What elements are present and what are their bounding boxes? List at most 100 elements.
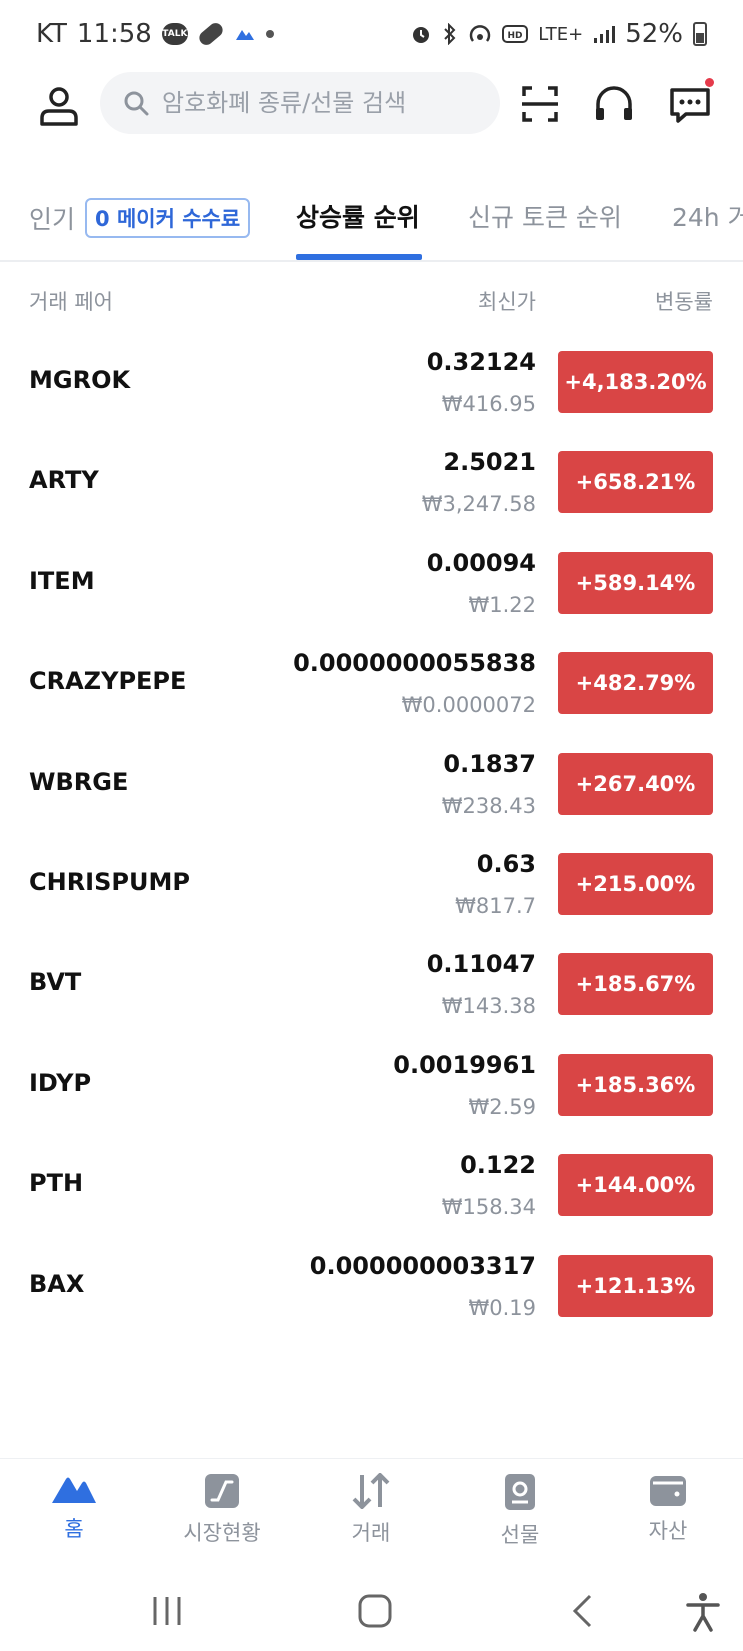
search-icon	[124, 91, 149, 116]
pair-name: WBRGE	[29, 767, 129, 796]
last-price: 2.5021	[443, 448, 536, 477]
headset-icon[interactable]	[592, 82, 636, 126]
chat-button[interactable]	[668, 78, 714, 126]
nav-home-label: 홈	[64, 1517, 84, 1541]
status-bar: KT 11:58 TALK HD LTE+ 52%	[0, 0, 743, 68]
network-type-label: LTE+	[538, 23, 584, 45]
pair-name: MGROK	[29, 366, 131, 394]
bottom-navigation: 홈 시장현황 거래 선물 자산	[0, 1458, 743, 1568]
futures-document-icon	[505, 1474, 535, 1510]
more-notifications-dot	[265, 30, 274, 38]
cloud-notification-icon	[235, 30, 254, 40]
market-chart-icon	[205, 1474, 239, 1508]
alarm-icon	[413, 27, 430, 43]
active-tab-indicator	[296, 254, 422, 260]
nav-assets-label: 자산	[648, 1519, 688, 1543]
list-item[interactable]: CHRISPUMP 0.63 ₩817.7 +215.00%	[0, 832, 743, 932]
krw-price: ₩817.7	[455, 893, 536, 918]
pair-name: ITEM	[29, 566, 95, 595]
battery-percent: 52%	[625, 19, 683, 49]
krw-price: ₩1.22	[468, 592, 536, 617]
krw-price: ₩143.38	[441, 994, 536, 1019]
pair-name: ARTY	[29, 466, 99, 495]
krw-price: ₩158.34	[441, 1195, 536, 1220]
search-bar[interactable]	[100, 72, 500, 134]
krw-price: ₩3,247.58	[421, 492, 536, 517]
nav-trade[interactable]: 거래	[316, 1473, 426, 1547]
change-badge[interactable]: +4,183.20%	[558, 351, 713, 413]
change-badge[interactable]: +482.79%	[558, 652, 713, 715]
status-right: HD LTE+ 52%	[410, 19, 707, 49]
change-badge[interactable]: +658.21%	[558, 451, 713, 514]
last-price: 0.11047	[426, 950, 536, 979]
list-item[interactable]: CRAZYPEPE 0.0000000055838 ₩0.0000072 +482.7…	[0, 631, 743, 731]
change-badge[interactable]: +215.00%	[558, 852, 713, 915]
last-price: 0.63	[476, 849, 536, 878]
pair-name: IDYP	[29, 1068, 92, 1097]
nav-home[interactable]: 홈	[19, 1473, 129, 1543]
profile-icon[interactable]	[36, 82, 82, 128]
last-price: 0.000000003317	[309, 1251, 536, 1280]
chat-icon	[670, 88, 710, 123]
krw-price: ₩238.43	[441, 793, 536, 818]
list-item[interactable]: IDYP 0.0019961 ₩2.59 +185.36%	[0, 1033, 743, 1133]
signal-icon	[594, 26, 616, 43]
list-item[interactable]: MGROK 0.32124 ₩416.95 +4,183.20%	[0, 330, 743, 430]
scan-icon[interactable]	[518, 82, 562, 126]
list-item[interactable]: ARTY 2.5021 ₩3,247.58 +658.21%	[0, 430, 743, 530]
battery-icon	[693, 22, 707, 46]
pill-notification-icon	[196, 20, 226, 48]
hd-voice-icon: HD	[502, 25, 529, 43]
change-badge[interactable]: +589.14%	[558, 551, 713, 614]
nav-futures[interactable]: 선물	[465, 1473, 575, 1549]
list-item[interactable]: PTH 0.122 ₩158.34 +144.00%	[0, 1133, 743, 1233]
column-header-change[interactable]: 변동률	[655, 286, 713, 316]
nav-trade-label: 거래	[351, 1521, 391, 1545]
column-header-pair[interactable]: 거래 페어	[29, 286, 113, 316]
tab-top-gainers[interactable]: 상승률 순위	[296, 198, 420, 234]
status-left: KT 11:58 TALK	[36, 19, 274, 49]
list-item[interactable]: BVT 0.11047 ₩143.38 +185.67%	[0, 932, 743, 1032]
nav-market[interactable]: 시장현황	[167, 1473, 277, 1547]
last-price: 0.0000000055838	[293, 649, 536, 678]
krw-price: ₩2.59	[468, 1094, 536, 1119]
recent-apps-icon[interactable]	[144, 1588, 190, 1634]
last-price: 0.00094	[426, 548, 536, 577]
krw-price: ₩0.0000072	[401, 693, 536, 718]
pair-name: BAX	[29, 1269, 85, 1298]
list-item[interactable]: ITEM 0.00094 ₩1.22 +589.14%	[0, 531, 743, 631]
pair-name: CHRISPUMP	[29, 867, 190, 896]
change-badge[interactable]: +144.00%	[558, 1154, 713, 1217]
tab-popular[interactable]: 인기 0 메이커 수수료	[29, 198, 251, 238]
krw-price: ₩0.19	[468, 1295, 536, 1320]
pair-name: BVT	[29, 968, 82, 997]
search-input[interactable]	[162, 89, 482, 117]
column-header-price[interactable]: 최신가	[478, 286, 536, 316]
pair-name: CRAZYPEPE	[29, 667, 187, 696]
last-price: 0.32124	[426, 348, 536, 376]
back-icon[interactable]	[560, 1588, 606, 1634]
carrier-label: KT	[36, 19, 67, 49]
chat-notification-dot	[705, 78, 714, 87]
gainers-list: MGROK 0.32124 ₩416.95 +4,183.20% ARTY 2.5021 ₩…	[0, 330, 743, 1334]
wallet-icon	[650, 1476, 686, 1506]
change-badge[interactable]: +185.67%	[558, 953, 713, 1016]
nav-assets[interactable]: 자산	[613, 1473, 723, 1545]
market-tabs: 인기 0 메이커 수수료 상승률 순위 신규 토큰 순위 24h 거	[0, 180, 743, 262]
accessibility-icon[interactable]	[680, 1588, 726, 1634]
change-badge[interactable]: +185.36%	[558, 1053, 713, 1116]
home-mountain-icon	[52, 1477, 96, 1503]
tab-new-tokens[interactable]: 신규 토큰 순위	[468, 198, 622, 234]
nav-market-label: 시장현황	[183, 1521, 261, 1545]
tab-popular-label: 인기	[29, 205, 76, 234]
tab-24h-volume[interactable]: 24h 거	[672, 198, 743, 234]
svg-text:HD: HD	[508, 31, 523, 41]
home-button-icon[interactable]	[352, 1588, 398, 1634]
change-badge[interactable]: +121.13%	[558, 1254, 713, 1317]
trade-arrows-icon	[352, 1473, 390, 1509]
last-price: 0.1837	[443, 749, 536, 778]
clock: 11:58	[76, 19, 152, 49]
list-item[interactable]: BAX 0.000000003317 ₩0.19 +121.13%	[0, 1234, 743, 1334]
change-badge[interactable]: +267.40%	[558, 752, 713, 815]
list-item[interactable]: WBRGE 0.1837 ₩238.43 +267.40%	[0, 732, 743, 832]
